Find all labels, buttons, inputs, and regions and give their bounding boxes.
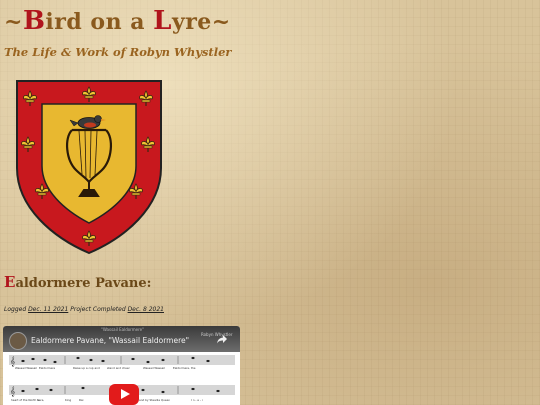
title-prefix: ~ (4, 9, 23, 35)
section-heading: Ealdormere Pavane: (4, 273, 151, 291)
site-title[interactable]: ~Bird on a Lyre~ (4, 6, 231, 36)
svg-text:Ealdormere, the: Ealdormere, the (173, 366, 196, 370)
heraldic-crest-image (16, 80, 162, 255)
completed-label: Project Completed (70, 306, 126, 313)
completed-date[interactable]: Dec. 8 2021 (128, 306, 164, 313)
logged-label: Logged (4, 306, 27, 313)
svg-text:stand and cheer: stand and cheer (107, 366, 131, 370)
title-initial-l: L (153, 6, 172, 36)
channel-avatar[interactable] (9, 332, 27, 350)
title-middle: ird on a (45, 9, 154, 35)
svg-text:I n - e - i: I n - e - i (191, 398, 203, 402)
svg-text:Rai: Rai (79, 398, 84, 402)
project-dates: Logged Dec. 11 2021 Project Completed De… (4, 306, 164, 313)
svg-text:Wassail Wassail: Wassail Wassail (15, 366, 37, 370)
youtube-video-embed[interactable]: 𝄞 𝄞 Wassail Wassail Ealdormere Raise up … (3, 326, 240, 405)
svg-text:and by Steadie Queen: and by Steadie Queen (139, 398, 170, 402)
svg-text:Ealdormere: Ealdormere (39, 366, 55, 370)
play-button[interactable] (109, 384, 139, 405)
title-initial-b: B (22, 6, 46, 36)
score-title-label: "Wassail Ealdormere" (101, 327, 144, 332)
svg-text:Wassail Wassail: Wassail Wassail (143, 366, 165, 370)
svg-text:King: King (65, 398, 71, 402)
video-title[interactable]: Ealdormere Pavane, "Wassail Ealdormere" (31, 336, 189, 345)
svg-text:𝄞: 𝄞 (10, 386, 15, 397)
heading-initial: E (4, 273, 16, 291)
svg-text:heart of the North is: heart of the North is (11, 398, 40, 402)
title-end: yre~ (171, 9, 231, 35)
site-subtitle: The Life & Work of Robyn Whystler (4, 45, 232, 59)
svg-text:Raise up a cup and: Raise up a cup and (73, 366, 100, 370)
share-icon[interactable] (216, 334, 228, 344)
heading-text: aldormere Pavane: (15, 276, 152, 291)
svg-text:here,: here, (37, 398, 44, 402)
logged-date[interactable]: Dec. 11 2021 (28, 306, 68, 313)
